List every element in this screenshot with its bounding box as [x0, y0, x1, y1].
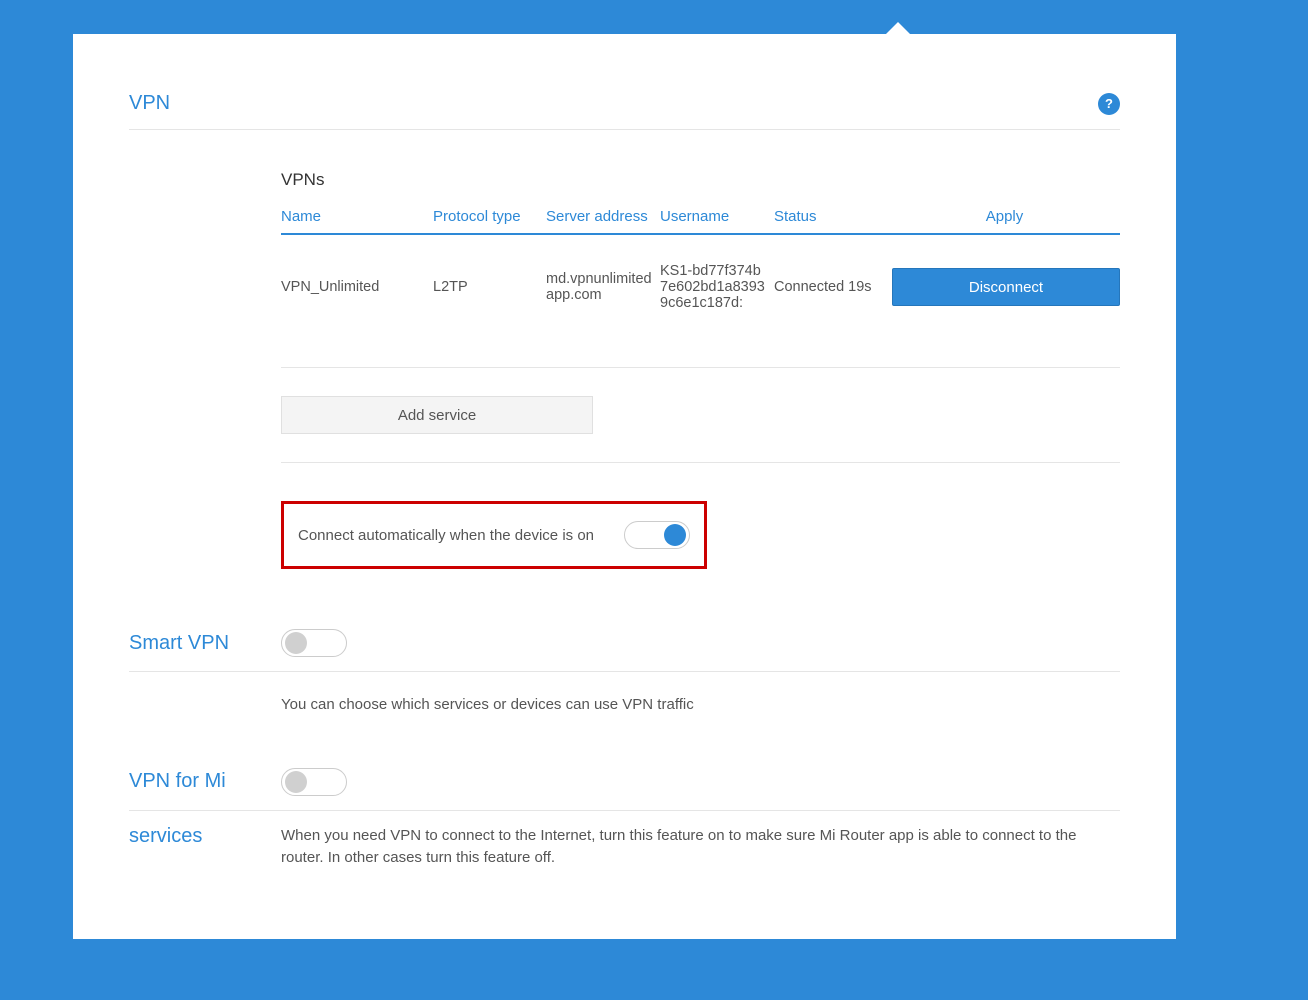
th-username: Username: [660, 208, 774, 225]
th-apply: Apply: [889, 208, 1120, 225]
disconnect-button[interactable]: Disconnect: [892, 268, 1120, 306]
vpn-for-mi-title2-wrap: services: [129, 825, 281, 869]
th-server: Server address: [546, 208, 660, 225]
vpns-table-title: VPNs: [281, 170, 1120, 190]
td-username: KS1-bd77f374b7e602bd1a83939c6e1c187d:: [660, 263, 774, 311]
vpn-for-mi-title-wrap: VPN for Mi: [129, 770, 281, 793]
add-service-row: Add service: [281, 368, 1120, 463]
vpn-title: VPN: [129, 92, 170, 115]
table-header-row: Name Protocol type Server address Userna…: [281, 208, 1120, 235]
smart-vpn-toggle[interactable]: [281, 629, 347, 657]
table-row: VPN_Unlimited L2TP md.vpnunlimitedapp.co…: [281, 235, 1120, 368]
auto-connect-toggle[interactable]: [624, 521, 690, 549]
smart-vpn-header-row: Smart VPN: [129, 629, 1120, 672]
td-status: Connected 19s: [774, 279, 889, 295]
vpn-for-mi-title-2: services: [129, 825, 281, 848]
vpn-for-mi-body-row: services When you need VPN to connect to…: [129, 810, 1120, 869]
th-status: Status: [774, 208, 889, 225]
settings-card: VPN ? VPNs Name Protocol type Server add…: [73, 34, 1176, 939]
auto-connect-label: Connect automatically when the device is…: [298, 527, 594, 544]
vpn-for-mi-section: VPN for Mi services When you need VPN to…: [129, 768, 1120, 869]
th-protocol: Protocol type: [433, 208, 546, 225]
smart-vpn-description: You can choose which services or devices…: [129, 672, 1120, 726]
th-name: Name: [281, 208, 433, 225]
toggle-knob-icon: [285, 632, 307, 654]
vpn-for-mi-header-row: VPN for Mi: [129, 768, 1120, 796]
smart-vpn-section: Smart VPN You can choose which services …: [129, 629, 1120, 726]
toggle-knob-icon: [285, 771, 307, 793]
vpn-for-mi-description: When you need VPN to connect to the Inte…: [281, 825, 1120, 869]
smart-vpn-title: Smart VPN: [129, 632, 281, 655]
vpn-for-mi-title-1: VPN for Mi: [129, 770, 281, 793]
vpn-table: Name Protocol type Server address Userna…: [281, 208, 1120, 463]
auto-connect-row: Connect automatically when the device is…: [281, 501, 707, 569]
smart-vpn-title-wrap: Smart VPN: [129, 632, 281, 655]
td-apply: Disconnect: [889, 268, 1120, 306]
td-protocol: L2TP: [433, 279, 546, 295]
help-icon[interactable]: ?: [1098, 93, 1120, 115]
vpn-for-mi-toggle[interactable]: [281, 768, 347, 796]
td-name: VPN_Unlimited: [281, 279, 433, 295]
toggle-knob-icon: [664, 524, 686, 546]
vpn-content: VPNs Name Protocol type Server address U…: [281, 130, 1120, 569]
vpn-section-header: VPN ?: [129, 92, 1120, 130]
add-service-button[interactable]: Add service: [281, 396, 593, 434]
td-server: md.vpnunlimitedapp.com: [546, 271, 660, 303]
